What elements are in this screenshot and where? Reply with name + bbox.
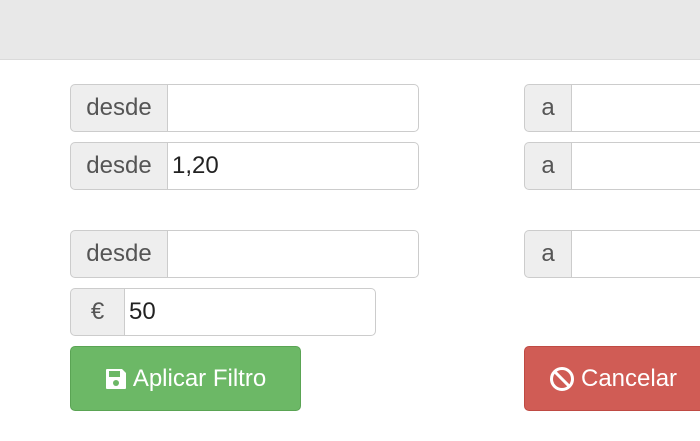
range-1-from-input[interactable] (167, 84, 419, 132)
header-bar (0, 0, 700, 60)
range-2-to-group: a (524, 142, 700, 190)
cancel-label: Cancelar (581, 364, 678, 392)
cancel-button[interactable]: Cancelar (524, 346, 700, 411)
range-3-from-group: desde (70, 230, 419, 278)
floppy-disk-icon (105, 368, 127, 390)
range-1-from-label: desde (70, 84, 167, 132)
range-2-from-group: desde (70, 142, 419, 190)
range-2-to-input[interactable] (571, 142, 700, 190)
range-2-from-label: desde (70, 142, 167, 190)
range-3-to-label: a (524, 230, 571, 278)
currency-addon: € (70, 288, 124, 336)
range-1-to-label: a (524, 84, 571, 132)
range-3-to-group: a (524, 230, 700, 278)
price-group: € (70, 288, 376, 336)
range-3-to-input[interactable] (571, 230, 700, 278)
apply-filter-label: Aplicar Filtro (132, 364, 267, 392)
price-input[interactable] (124, 288, 376, 336)
range-2-from-input[interactable] (167, 142, 419, 190)
range-2-to-label: a (524, 142, 571, 190)
ban-icon (549, 366, 575, 392)
apply-filter-button[interactable]: Aplicar Filtro (70, 346, 301, 411)
range-1-from-group: desde (70, 84, 419, 132)
range-1-to-group: a (524, 84, 700, 132)
range-1-to-input[interactable] (571, 84, 700, 132)
range-3-from-label: desde (70, 230, 167, 278)
range-3-from-input[interactable] (167, 230, 419, 278)
